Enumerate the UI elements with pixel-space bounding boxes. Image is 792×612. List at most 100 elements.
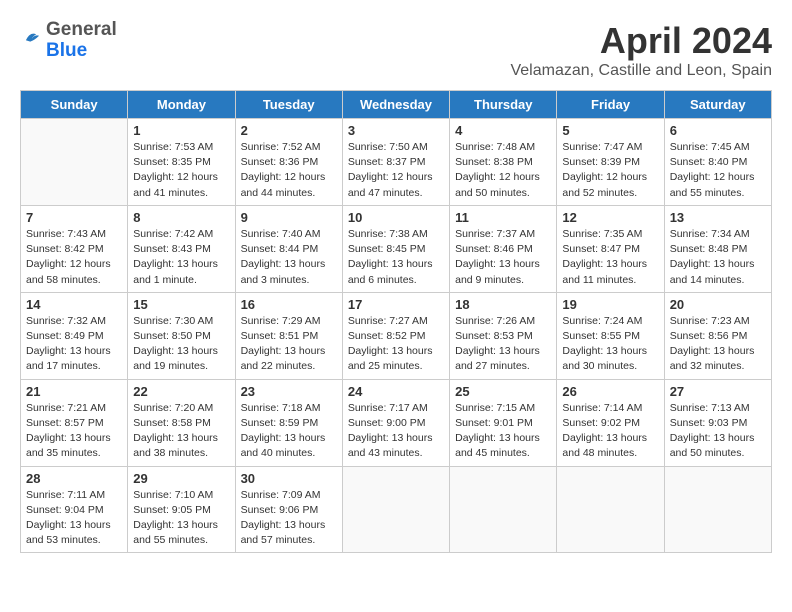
day-number: 9	[241, 210, 337, 225]
day-info: Sunrise: 7:11 AM Sunset: 9:04 PM Dayligh…	[26, 488, 122, 549]
day-number: 15	[133, 297, 229, 312]
day-number: 18	[455, 297, 551, 312]
calendar-cell: 15 Sunrise: 7:30 AM Sunset: 8:50 PM Dayli…	[128, 292, 235, 379]
day-number: 26	[562, 384, 658, 399]
day-number: 21	[26, 384, 122, 399]
day-info: Sunrise: 7:26 AM Sunset: 8:53 PM Dayligh…	[455, 314, 551, 375]
day-info: Sunrise: 7:09 AM Sunset: 9:06 PM Dayligh…	[241, 488, 337, 549]
day-number: 22	[133, 384, 229, 399]
calendar-cell	[664, 466, 771, 553]
day-info: Sunrise: 7:45 AM Sunset: 8:40 PM Dayligh…	[670, 140, 766, 201]
calendar-cell: 20Sunrise: 7:23 AM Sunset: 8:56 PM Dayli…	[664, 292, 771, 379]
calendar-week-row: 1 Sunrise: 7:53 AM Sunset: 8:35 PM Daylig…	[21, 119, 772, 206]
header: General Blue April 2024 Velamazan, Casti…	[20, 20, 772, 80]
calendar-cell	[557, 466, 664, 553]
day-number: 14	[26, 297, 122, 312]
day-info: Sunrise: 7:38 AM Sunset: 8:45 PM Dayligh…	[348, 227, 444, 288]
calendar-cell: 10 Sunrise: 7:38 AM Sunset: 8:45 PM Dayli…	[342, 205, 449, 292]
day-number: 13	[670, 210, 766, 225]
calendar-week-row: 7Sunrise: 7:43 AM Sunset: 8:42 PM Daylig…	[21, 205, 772, 292]
weekday-header: Friday	[557, 91, 664, 119]
day-info: Sunrise: 7:48 AM Sunset: 8:38 PM Dayligh…	[455, 140, 551, 201]
weekday-header: Wednesday	[342, 91, 449, 119]
day-info: Sunrise: 7:20 AM Sunset: 8:58 PM Dayligh…	[133, 401, 229, 462]
day-info: Sunrise: 7:37 AM Sunset: 8:46 PM Dayligh…	[455, 227, 551, 288]
calendar-cell: 1 Sunrise: 7:53 AM Sunset: 8:35 PM Daylig…	[128, 119, 235, 206]
calendar-header-row: SundayMondayTuesdayWednesdayThursdayFrid…	[21, 91, 772, 119]
title-area: April 2024 Velamazan, Castille and Leon,…	[510, 20, 772, 80]
subtitle: Velamazan, Castille and Leon, Spain	[510, 62, 772, 80]
logo: General Blue	[20, 20, 117, 62]
calendar-table: SundayMondayTuesdayWednesdayThursdayFrid…	[20, 90, 772, 553]
day-info: Sunrise: 7:24 AM Sunset: 8:55 PM Dayligh…	[562, 314, 658, 375]
day-info: Sunrise: 7:53 AM Sunset: 8:35 PM Dayligh…	[133, 140, 229, 201]
day-number: 5	[562, 123, 658, 138]
calendar-cell: 16 Sunrise: 7:29 AM Sunset: 8:51 PM Dayli…	[235, 292, 342, 379]
calendar-cell: 13 Sunrise: 7:34 AM Sunset: 8:48 PM Dayli…	[664, 205, 771, 292]
day-info: Sunrise: 7:32 AM Sunset: 8:49 PM Dayligh…	[26, 314, 122, 375]
calendar-cell: 8 Sunrise: 7:42 AM Sunset: 8:43 PM Daylig…	[128, 205, 235, 292]
day-info: Sunrise: 7:14 AM Sunset: 9:02 PM Dayligh…	[562, 401, 658, 462]
logo-blue: Blue	[46, 41, 87, 62]
calendar-cell: 21 Sunrise: 7:21 AM Sunset: 8:57 PM Dayli…	[21, 379, 128, 466]
day-number: 8	[133, 210, 229, 225]
calendar-cell: 14 Sunrise: 7:32 AM Sunset: 8:49 PM Dayli…	[21, 292, 128, 379]
calendar-week-row: 28 Sunrise: 7:11 AM Sunset: 9:04 PM Dayli…	[21, 466, 772, 553]
day-number: 2	[241, 123, 337, 138]
day-number: 27	[670, 384, 766, 399]
day-number: 3	[348, 123, 444, 138]
weekday-header: Tuesday	[235, 91, 342, 119]
day-info: Sunrise: 7:18 AM Sunset: 8:59 PM Dayligh…	[241, 401, 337, 462]
day-info: Sunrise: 7:17 AM Sunset: 9:00 PM Dayligh…	[348, 401, 444, 462]
day-number: 4	[455, 123, 551, 138]
day-number: 16	[241, 297, 337, 312]
calendar-cell: 9 Sunrise: 7:40 AM Sunset: 8:44 PM Daylig…	[235, 205, 342, 292]
calendar-cell: 18 Sunrise: 7:26 AM Sunset: 8:53 PM Dayli…	[450, 292, 557, 379]
calendar-week-row: 14 Sunrise: 7:32 AM Sunset: 8:49 PM Dayli…	[21, 292, 772, 379]
calendar-cell: 27 Sunrise: 7:13 AM Sunset: 9:03 PM Dayli…	[664, 379, 771, 466]
day-info: Sunrise: 7:23 AM Sunset: 8:56 PM Dayligh…	[670, 314, 766, 375]
calendar-cell: 24Sunrise: 7:17 AM Sunset: 9:00 PM Dayli…	[342, 379, 449, 466]
calendar-cell: 29Sunrise: 7:10 AM Sunset: 9:05 PM Dayli…	[128, 466, 235, 553]
calendar-cell: 23 Sunrise: 7:18 AM Sunset: 8:59 PM Dayli…	[235, 379, 342, 466]
day-info: Sunrise: 7:21 AM Sunset: 8:57 PM Dayligh…	[26, 401, 122, 462]
main-title: April 2024	[510, 20, 772, 62]
day-info: Sunrise: 7:15 AM Sunset: 9:01 PM Dayligh…	[455, 401, 551, 462]
calendar-cell	[342, 466, 449, 553]
day-number: 29	[133, 471, 229, 486]
calendar-cell: 11 Sunrise: 7:37 AM Sunset: 8:46 PM Dayli…	[450, 205, 557, 292]
weekday-header: Monday	[128, 91, 235, 119]
day-number: 28	[26, 471, 122, 486]
day-info: Sunrise: 7:52 AM Sunset: 8:36 PM Dayligh…	[241, 140, 337, 201]
day-number: 12	[562, 210, 658, 225]
weekday-header: Sunday	[21, 91, 128, 119]
day-number: 17	[348, 297, 444, 312]
calendar-cell: 25 Sunrise: 7:15 AM Sunset: 9:01 PM Dayli…	[450, 379, 557, 466]
day-number: 30	[241, 471, 337, 486]
day-info: Sunrise: 7:40 AM Sunset: 8:44 PM Dayligh…	[241, 227, 337, 288]
day-info: Sunrise: 7:30 AM Sunset: 8:50 PM Dayligh…	[133, 314, 229, 375]
calendar-cell	[450, 466, 557, 553]
day-number: 10	[348, 210, 444, 225]
day-info: Sunrise: 7:47 AM Sunset: 8:39 PM Dayligh…	[562, 140, 658, 201]
day-number: 7	[26, 210, 122, 225]
logo-bird-icon	[20, 27, 42, 54]
day-info: Sunrise: 7:42 AM Sunset: 8:43 PM Dayligh…	[133, 227, 229, 288]
day-number: 11	[455, 210, 551, 225]
day-number: 6	[670, 123, 766, 138]
calendar-cell: 12Sunrise: 7:35 AM Sunset: 8:47 PM Dayli…	[557, 205, 664, 292]
day-info: Sunrise: 7:50 AM Sunset: 8:37 PM Dayligh…	[348, 140, 444, 201]
calendar-cell: 28 Sunrise: 7:11 AM Sunset: 9:04 PM Dayli…	[21, 466, 128, 553]
calendar-cell: 5 Sunrise: 7:47 AM Sunset: 8:39 PM Daylig…	[557, 119, 664, 206]
day-info: Sunrise: 7:34 AM Sunset: 8:48 PM Dayligh…	[670, 227, 766, 288]
day-number: 25	[455, 384, 551, 399]
day-number: 19	[562, 297, 658, 312]
calendar-cell: 30 Sunrise: 7:09 AM Sunset: 9:06 PM Dayli…	[235, 466, 342, 553]
calendar-cell: 3 Sunrise: 7:50 AM Sunset: 8:37 PM Daylig…	[342, 119, 449, 206]
day-number: 23	[241, 384, 337, 399]
weekday-header: Thursday	[450, 91, 557, 119]
day-info: Sunrise: 7:29 AM Sunset: 8:51 PM Dayligh…	[241, 314, 337, 375]
calendar-cell: 6 Sunrise: 7:45 AM Sunset: 8:40 PM Daylig…	[664, 119, 771, 206]
day-info: Sunrise: 7:13 AM Sunset: 9:03 PM Dayligh…	[670, 401, 766, 462]
day-number: 1	[133, 123, 229, 138]
